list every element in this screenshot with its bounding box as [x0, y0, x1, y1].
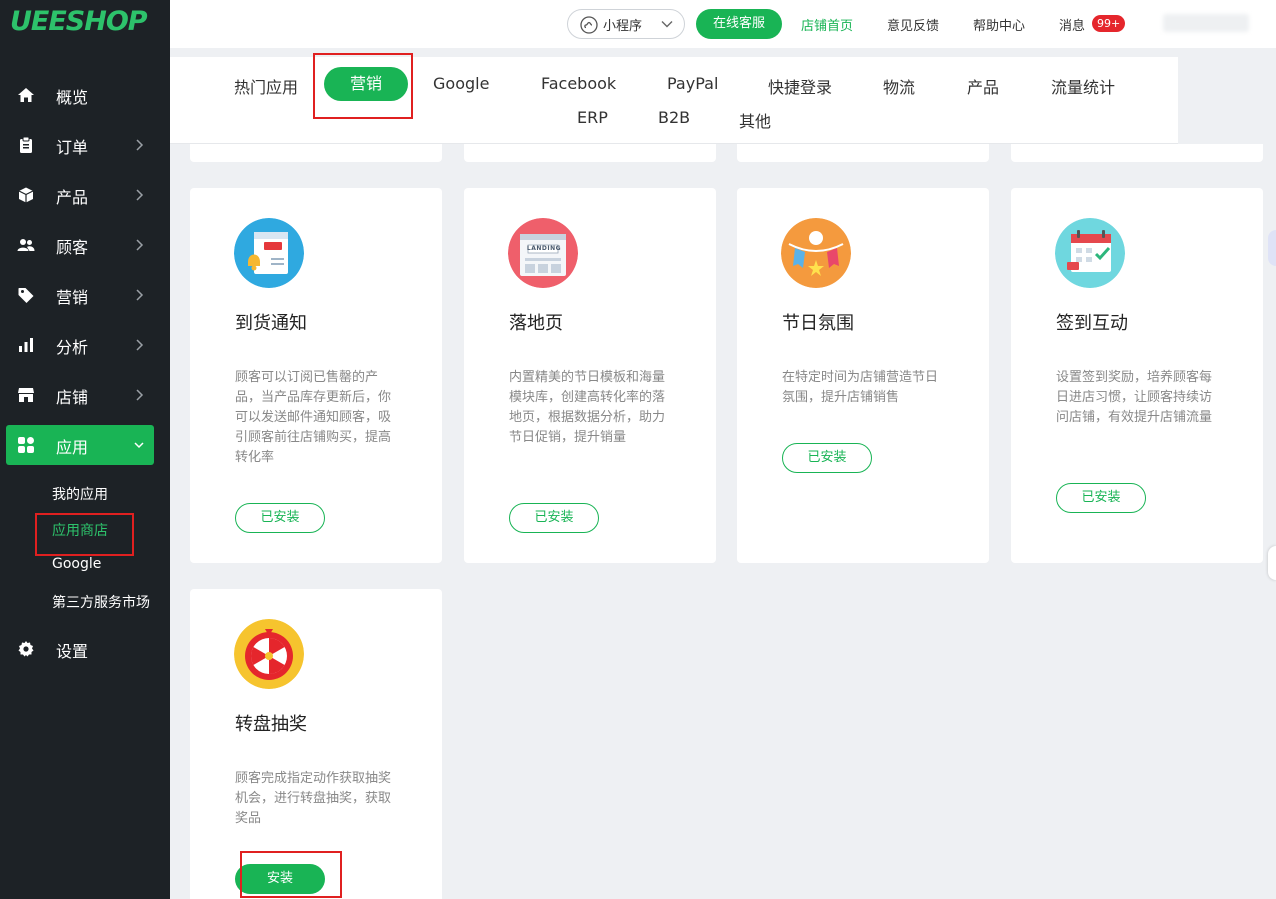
- store-icon: [18, 388, 34, 402]
- app-title: 签到互动: [1056, 313, 1128, 334]
- app-description: 设置签到奖励，培养顾客每日进店习惯，让顾客持续访问店铺，有效提升店铺流量: [1056, 370, 1213, 425]
- sidebar-item-customers[interactable]: 顾客: [6, 225, 154, 265]
- home-icon: [18, 88, 34, 102]
- app-card[interactable]: 转盘抽奖 顾客完成指定动作获取抽奖机会，进行转盘抽奖，获取奖品 安装: [190, 589, 442, 899]
- feedback-link[interactable]: 意见反馈: [887, 15, 939, 34]
- card-stub: [190, 144, 442, 162]
- festival-banner-icon: [781, 218, 851, 288]
- app-card[interactable]: 节日氛围 在特定时间为店铺营造节日氛围，提升店铺销售 已安装: [737, 188, 989, 563]
- sidebar-subitem-google[interactable]: Google: [52, 556, 101, 572]
- sidebar-item-products[interactable]: 产品: [6, 175, 154, 215]
- top-bar: 小程序 在线客服 店铺首页 意见反馈 帮助中心 消息 99+: [170, 0, 1276, 48]
- installed-button[interactable]: 已安装: [235, 503, 325, 533]
- category-b2b[interactable]: B2B: [658, 108, 690, 127]
- messages-badge: 99+: [1092, 15, 1126, 32]
- app-card[interactable]: 签到互动 设置签到奖励，培养顾客每日进店习惯，让顾客持续访问店铺，有效提升店铺流…: [1011, 188, 1263, 563]
- card-stub: [1011, 144, 1263, 162]
- category-marketing[interactable]: 营销: [324, 67, 408, 101]
- sidebar: UEESHOP 概览 订单 产品 顾客 营销 分析 店铺 应用 我的应用 应用商…: [0, 0, 170, 899]
- category-erp[interactable]: ERP: [577, 108, 608, 127]
- messages-link[interactable]: 消息: [1059, 15, 1085, 34]
- online-service-button[interactable]: 在线客服: [696, 9, 782, 39]
- sidebar-item-label: 概览: [56, 88, 89, 107]
- app-description: 顾客可以订阅已售罄的产品，当产品库存更新后，你可以发送邮件通知顾客，吸引顾客前往…: [235, 370, 392, 465]
- clipboard-icon: [20, 136, 32, 153]
- sidebar-item-label: 产品: [56, 188, 89, 207]
- sidebar-item-analytics[interactable]: 分析: [6, 325, 154, 365]
- box-icon: [18, 187, 34, 203]
- sidebar-item-apps[interactable]: 应用: [6, 425, 154, 465]
- sidebar-item-label: 顾客: [56, 238, 89, 257]
- sidebar-item-label: 分析: [56, 338, 89, 357]
- category-paypal[interactable]: PayPal: [667, 74, 718, 93]
- sidebar-item-label: 应用: [56, 438, 89, 457]
- installed-button[interactable]: 已安装: [1056, 483, 1146, 513]
- app-description: 在特定时间为店铺营造节日氛围，提升店铺销售: [782, 370, 939, 405]
- user-account-area[interactable]: [1163, 14, 1249, 32]
- mini-program-icon: [580, 16, 598, 34]
- category-traffic-stats[interactable]: 流量统计: [1051, 74, 1115, 98]
- install-button[interactable]: 安装: [235, 864, 325, 894]
- landing-page-icon: [508, 218, 578, 288]
- sidebar-item-orders[interactable]: 订单: [6, 125, 154, 165]
- card-stub: [464, 144, 716, 162]
- chevron-right-icon: [136, 389, 144, 401]
- app-card[interactable]: 到货通知 顾客可以订阅已售罄的产品，当产品库存更新后，你可以发送邮件通知顾客，吸…: [190, 188, 442, 563]
- sidebar-item-label: 店铺: [56, 388, 89, 407]
- chevron-right-icon: [136, 189, 144, 201]
- sidebar-item-overview[interactable]: 概览: [6, 75, 154, 115]
- calendar-checkin-icon: [1055, 218, 1125, 288]
- chevron-right-icon: [136, 139, 144, 151]
- sidebar-subitem-app-store[interactable]: 应用商店: [52, 520, 108, 540]
- floating-side-tab[interactable]: [1268, 230, 1276, 266]
- chevron-down-icon: [134, 442, 144, 449]
- sidebar-item-settings[interactable]: 设置: [6, 629, 154, 669]
- sidebar-item-store[interactable]: 店铺: [6, 375, 154, 415]
- sidebar-item-label: 营销: [56, 288, 89, 307]
- chevron-right-icon: [136, 339, 144, 351]
- lucky-wheel-icon: [234, 619, 304, 689]
- sidebar-subitem-my-apps[interactable]: 我的应用: [52, 484, 108, 504]
- bar-chart-icon: [19, 338, 33, 352]
- app-title: 节日氛围: [782, 313, 854, 334]
- mini-program-label: 小程序: [603, 19, 643, 34]
- chevron-down-icon: [661, 21, 673, 28]
- installed-button[interactable]: 已安装: [782, 443, 872, 473]
- category-facebook[interactable]: Facebook: [541, 74, 616, 93]
- help-center-link[interactable]: 帮助中心: [973, 15, 1025, 34]
- installed-button[interactable]: 已安装: [509, 503, 599, 533]
- category-products[interactable]: 产品: [967, 74, 999, 98]
- category-quick-login[interactable]: 快捷登录: [768, 74, 832, 98]
- app-card[interactable]: 落地页 内置精美的节日模板和海量模块库，创建高转化率的落地页，根据数据分析，助力…: [464, 188, 716, 563]
- floating-side-tab[interactable]: [1268, 546, 1276, 580]
- sidebar-item-label: 设置: [56, 642, 89, 661]
- category-logistics[interactable]: 物流: [883, 74, 915, 98]
- category-filter-panel: 热门应用 营销 Google Facebook PayPal 快捷登录 物流 产…: [170, 57, 1178, 144]
- card-stub: [737, 144, 989, 162]
- category-google[interactable]: Google: [433, 74, 489, 93]
- app-title: 到货通知: [235, 313, 307, 334]
- users-icon: [17, 239, 35, 251]
- apps-grid-icon: [18, 437, 34, 453]
- category-hot-apps[interactable]: 热门应用: [234, 74, 298, 98]
- mini-program-dropdown[interactable]: 小程序: [567, 9, 685, 39]
- category-other[interactable]: 其他: [739, 108, 771, 132]
- sidebar-item-marketing[interactable]: 营销: [6, 275, 154, 315]
- sidebar-item-label: 订单: [56, 138, 89, 157]
- sidebar-subitem-third-party-market[interactable]: 第三方服务市场: [52, 592, 150, 612]
- landing-icon-text: LANDING: [526, 245, 562, 252]
- app-description: 顾客完成指定动作获取抽奖机会，进行转盘抽奖，获取奖品: [235, 771, 392, 826]
- chevron-right-icon: [136, 289, 144, 301]
- chevron-right-icon: [136, 239, 144, 251]
- ueeshop-logo[interactable]: UEESHOP: [10, 6, 148, 42]
- tag-icon: [18, 288, 34, 303]
- app-title: 落地页: [509, 313, 563, 334]
- bell-notification-icon: [234, 218, 304, 288]
- app-description: 内置精美的节日模板和海量模块库，创建高转化率的落地页，根据数据分析，助力节日促销…: [509, 370, 666, 445]
- app-title: 转盘抽奖: [235, 714, 307, 735]
- gear-icon: [18, 641, 34, 657]
- store-home-link[interactable]: 店铺首页: [801, 15, 853, 34]
